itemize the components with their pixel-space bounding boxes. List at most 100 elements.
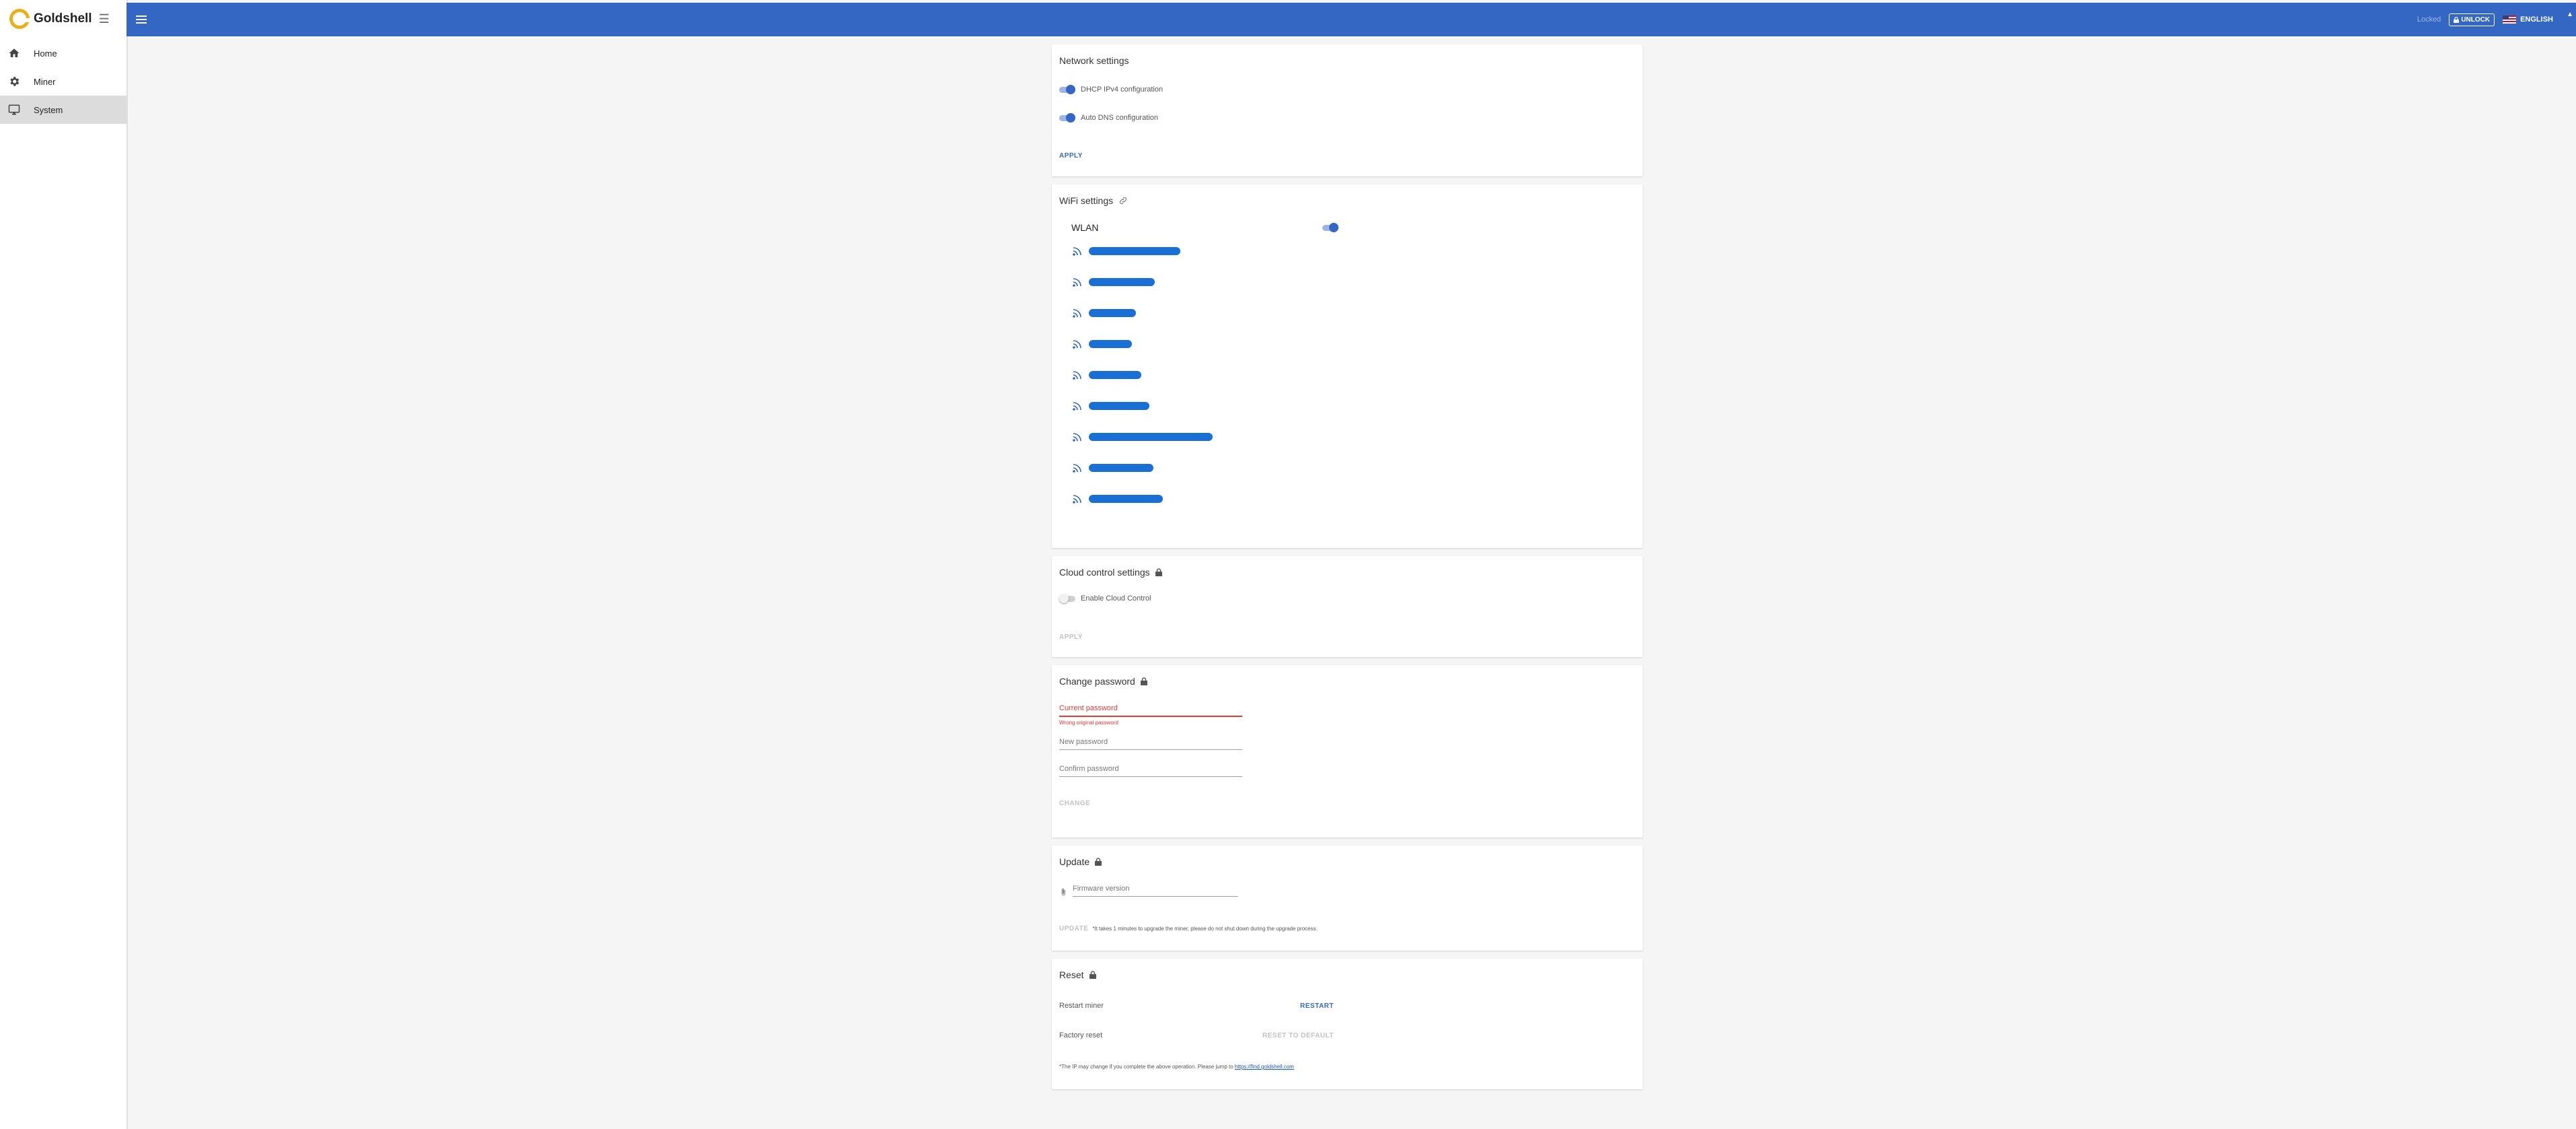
dns-label: Auto DNS configuration <box>1081 114 1158 122</box>
sidebar-item-label: Miner <box>34 76 56 87</box>
wifi-network-item[interactable] <box>1059 329 1635 360</box>
cloud-apply-button[interactable]: APPLY <box>1059 634 1635 641</box>
home-icon <box>9 48 20 57</box>
redacted-network-name <box>1089 309 1136 317</box>
wifi-title: WiFi settings <box>1059 194 1635 207</box>
reset-note-text: *The IP may change if you complete the a… <box>1059 1064 1233 1070</box>
cloud-title-label: Cloud control settings <box>1059 567 1150 578</box>
unlock-label: UNLOCK <box>2461 15 2491 24</box>
wifi-icon <box>1073 278 1081 287</box>
menu-icon[interactable] <box>136 15 147 24</box>
reset-title: Reset <box>1059 968 1635 982</box>
dhcp-label: DHCP IPv4 configuration <box>1081 85 1164 94</box>
find-goldshell-link[interactable]: https://find.goldshell.com <box>1235 1064 1294 1070</box>
lock-icon <box>1089 971 1096 979</box>
current-password-label: Current password <box>1059 704 1242 717</box>
unlock-button[interactable]: UNLOCK <box>2449 13 2495 26</box>
wifi-icon <box>1073 247 1081 256</box>
reset-note: *The IP may change if you complete the a… <box>1059 1064 1635 1070</box>
language-selector[interactable]: ENGLISH <box>2503 15 2553 24</box>
brand-name: Goldshell <box>34 11 92 26</box>
goldshell-logo <box>9 9 30 29</box>
change-password-button[interactable]: CHANGE <box>1059 800 1635 807</box>
attach-icon[interactable] <box>1059 887 1067 897</box>
redacted-network-name <box>1089 433 1213 441</box>
monitor-icon <box>8 104 20 115</box>
link-icon[interactable] <box>1118 196 1128 205</box>
wifi-icon <box>1073 495 1081 504</box>
wlan-label: WLAN <box>1071 222 1099 233</box>
us-flag-icon <box>2503 15 2517 24</box>
sidebar-item-system[interactable]: System <box>0 96 127 124</box>
factory-reset-row: Factory reset RESET TO DEFAULT <box>1059 1031 1334 1039</box>
wlan-row: WLAN <box>1059 222 1344 233</box>
wifi-network-item[interactable] <box>1059 298 1635 329</box>
wifi-settings-card: WiFi settings WLAN <box>1052 184 1643 548</box>
redacted-network-name <box>1089 247 1180 255</box>
wifi-network-item[interactable] <box>1059 236 1635 267</box>
confirm-password-field[interactable]: Confirm password <box>1059 765 1242 777</box>
wifi-network-item[interactable] <box>1059 267 1635 298</box>
wifi-network-item[interactable] <box>1059 421 1635 452</box>
wifi-icon <box>1073 309 1081 318</box>
restart-label: Restart miner <box>1059 1002 1104 1010</box>
cloud-settings-card: Cloud control settings Enable Cloud Cont… <box>1052 556 1643 657</box>
cloud-title: Cloud control settings <box>1059 566 1635 579</box>
firmware-file-field[interactable]: Firmware version <box>1073 885 1238 897</box>
brand: Goldshell ☰ <box>0 0 127 38</box>
dns-row: Auto DNS configuration <box>1059 113 1635 123</box>
new-password-field[interactable]: New password <box>1059 738 1242 750</box>
redacted-network-name <box>1089 402 1149 410</box>
network-title: Network settings <box>1059 55 1129 66</box>
system-settings: Network settings DHCP IPv4 configuration… <box>1052 44 1643 1097</box>
wifi-network-item[interactable] <box>1059 390 1635 421</box>
reset-default-button[interactable]: RESET TO DEFAULT <box>1262 1032 1334 1039</box>
wifi-title-label: WiFi settings <box>1059 195 1114 206</box>
cloud-toggle[interactable] <box>1059 594 1075 603</box>
restart-button[interactable]: RESTART <box>1300 1002 1334 1010</box>
lock-icon <box>1095 858 1102 866</box>
confirm-password-label: Confirm password <box>1059 765 1242 777</box>
cloud-row: Enable Cloud Control <box>1059 594 1635 603</box>
wifi-network-item[interactable] <box>1059 452 1635 483</box>
wifi-network-item[interactable] <box>1059 360 1635 390</box>
update-button[interactable]: UPDATE <box>1059 925 1088 932</box>
gear-icon <box>10 77 20 86</box>
sidebar-item-miner[interactable]: Miner <box>0 67 127 96</box>
factory-reset-label: Factory reset <box>1059 1031 1103 1039</box>
redacted-network-name <box>1089 464 1153 472</box>
network-apply-button[interactable]: APPLY <box>1059 152 1635 160</box>
wifi-network-item[interactable] <box>1059 483 1635 514</box>
wlan-toggle[interactable] <box>1322 223 1338 232</box>
wifi-icon <box>1073 402 1081 411</box>
current-password-field[interactable]: Current password Wrong original password <box>1059 704 1242 726</box>
password-title-label: Change password <box>1059 676 1135 687</box>
update-card: Update Firmware version UPDATE *It takes… <box>1052 846 1643 951</box>
update-title-label: Update <box>1059 856 1090 867</box>
sidebar-menu-icon[interactable]: ☰ <box>99 12 110 26</box>
sidebar-item-home[interactable]: Home <box>0 39 127 67</box>
redacted-network-name <box>1089 371 1141 379</box>
redacted-network-name <box>1089 340 1132 348</box>
wifi-icon <box>1073 340 1081 349</box>
update-note: *It takes 1 minutes to upgrade the miner… <box>1092 926 1318 932</box>
redacted-network-name <box>1089 495 1163 503</box>
wifi-icon <box>1073 464 1081 473</box>
new-password-label: New password <box>1059 738 1242 750</box>
scroll-up-icon[interactable]: ▲ <box>2567 11 2573 18</box>
lock-icon <box>2454 16 2460 23</box>
dhcp-toggle[interactable] <box>1059 85 1075 94</box>
sidebar: Goldshell ☰ Home Miner System <box>0 0 128 1129</box>
top-bar: Locked UNLOCK ENGLISH ▲ <box>127 3 2576 36</box>
restart-row: Restart miner RESTART <box>1059 1002 1334 1010</box>
dns-toggle[interactable] <box>1059 113 1075 123</box>
network-settings-card: Network settings DHCP IPv4 configuration… <box>1052 44 1643 176</box>
reset-card: Reset Restart miner RESTART Factory rese… <box>1052 959 1643 1089</box>
redacted-network-name <box>1089 278 1155 286</box>
current-password-error: Wrong original password <box>1059 720 1118 726</box>
sidebar-item-label: System <box>34 104 63 115</box>
wifi-icon <box>1073 433 1081 442</box>
cloud-label: Enable Cloud Control <box>1081 594 1151 603</box>
sidebar-item-label: Home <box>34 48 57 59</box>
dhcp-row: DHCP IPv4 configuration <box>1059 85 1635 94</box>
